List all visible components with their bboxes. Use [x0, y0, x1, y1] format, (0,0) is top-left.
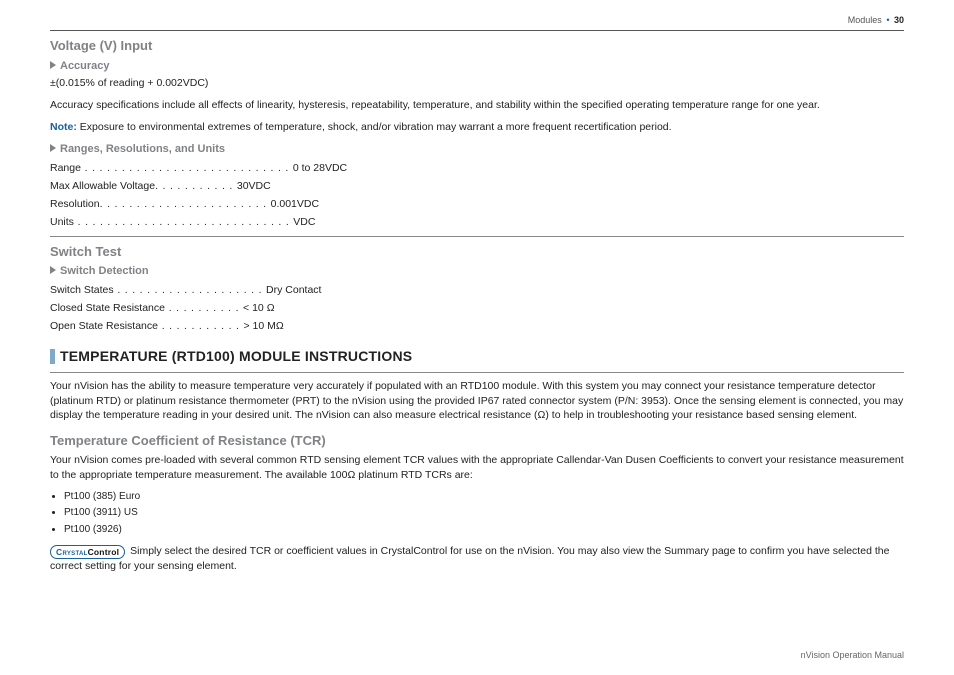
- cc-brand-1: Crystal: [56, 547, 88, 557]
- ranges-heading-text: Ranges, Resolutions, and Units: [60, 143, 225, 155]
- tcr-para: Your nVision comes pre-loaded with sever…: [50, 453, 904, 481]
- rtd-heading: TEMPERATURE (RTD100) MODULE INSTRUCTIONS: [60, 347, 412, 366]
- spec-row: Max Allowable Voltage. . . . . . . . . .…: [50, 179, 904, 193]
- spec-label: Range: [50, 161, 81, 175]
- accuracy-para: Accuracy specifications include all effe…: [50, 98, 904, 112]
- spec-row: Resolution. . . . . . . . . . . . . . . …: [50, 197, 904, 211]
- switch-detection-heading-text: Switch Detection: [60, 265, 149, 277]
- header-bullet: •: [886, 15, 889, 25]
- footer-text: nVision Operation Manual: [801, 649, 904, 661]
- rtd-heading-row: TEMPERATURE (RTD100) MODULE INSTRUCTIONS: [50, 347, 904, 366]
- spec-label: Switch States: [50, 283, 114, 297]
- header-page-number: 30: [894, 15, 904, 25]
- spec-label: Units: [50, 215, 74, 229]
- spec-dots: . . . . . . . . . . . . . . . . . . . . …: [81, 162, 293, 174]
- list-item: Pt100 (3911) US: [64, 506, 904, 520]
- switch-list: Switch States . . . . . . . . . . . . . …: [50, 283, 904, 334]
- spec-dots: . . . . . . . . . . . . . . . . . . . .: [114, 284, 266, 296]
- header-section: Modules: [848, 15, 882, 25]
- section-rule: [50, 236, 904, 237]
- spec-dots: . . . . . . . . . . .: [155, 180, 237, 192]
- spec-label: Resolution: [50, 197, 100, 211]
- ranges-heading: Ranges, Resolutions, and Units: [50, 142, 904, 157]
- spec-dots: . . . . . . . . . . . . . . . . . . . . …: [100, 198, 271, 210]
- accuracy-heading-text: Accuracy: [60, 60, 110, 72]
- switch-detection-heading: Switch Detection: [50, 264, 904, 279]
- rtd-intro: Your nVision has the ability to measure …: [50, 379, 904, 422]
- cc-brand-2: Control: [88, 547, 120, 557]
- spec-row: Switch States . . . . . . . . . . . . . …: [50, 283, 904, 297]
- spec-value: 0 to 28VDC: [293, 162, 347, 174]
- rtd-rule: [50, 372, 904, 373]
- heading-accent-bar: [50, 349, 55, 364]
- switch-title: Switch Test: [50, 243, 904, 261]
- triangle-icon: [50, 144, 56, 152]
- ranges-list: Range . . . . . . . . . . . . . . . . . …: [50, 161, 904, 230]
- spec-value: 30VDC: [237, 180, 271, 192]
- list-item: Pt100 (385) Euro: [64, 490, 904, 504]
- spec-value: > 10 MΩ: [243, 320, 283, 332]
- tcr-title: Temperature Coefficient of Resistance (T…: [50, 432, 904, 450]
- spec-row: Units . . . . . . . . . . . . . . . . . …: [50, 215, 904, 229]
- page-header: Modules • 30: [50, 14, 904, 26]
- spec-dots: . . . . . . . . . . . . . . . . . . . . …: [74, 216, 293, 228]
- list-item: Pt100 (3926): [64, 523, 904, 537]
- triangle-icon: [50, 266, 56, 274]
- accuracy-note: Note: Exposure to environmental extremes…: [50, 120, 904, 134]
- voltage-title: Voltage (V) Input: [50, 37, 904, 55]
- accuracy-spec: ±(0.015% of reading + 0.002VDC): [50, 76, 904, 90]
- spec-label: Open State Resistance: [50, 319, 158, 333]
- tcr-list: Pt100 (385) Euro Pt100 (3911) US Pt100 (39…: [50, 490, 904, 537]
- crystalcontrol-text: Simply select the desired TCR or coeffic…: [50, 545, 889, 571]
- spec-label: Closed State Resistance: [50, 301, 165, 315]
- spec-value: < 10 Ω: [243, 302, 275, 314]
- note-label: Note:: [50, 121, 77, 133]
- spec-dots: . . . . . . . . . .: [165, 302, 243, 314]
- spec-row: Closed State Resistance . . . . . . . . …: [50, 301, 904, 315]
- spec-dots: . . . . . . . . . . .: [158, 320, 244, 332]
- top-rule: [50, 30, 904, 31]
- note-text: Exposure to environmental extremes of te…: [77, 121, 672, 133]
- spec-label: Max Allowable Voltage: [50, 179, 155, 193]
- crystalcontrol-para: CrystalControl Simply select the desired…: [50, 544, 904, 572]
- spec-value: VDC: [293, 216, 315, 228]
- triangle-icon: [50, 61, 56, 69]
- spec-row: Range . . . . . . . . . . . . . . . . . …: [50, 161, 904, 175]
- spec-value: 0.001VDC: [271, 198, 319, 210]
- spec-row: Open State Resistance . . . . . . . . . …: [50, 319, 904, 333]
- crystalcontrol-badge: CrystalControl: [50, 545, 125, 559]
- spec-value: Dry Contact: [266, 284, 321, 296]
- accuracy-heading: Accuracy: [50, 59, 904, 74]
